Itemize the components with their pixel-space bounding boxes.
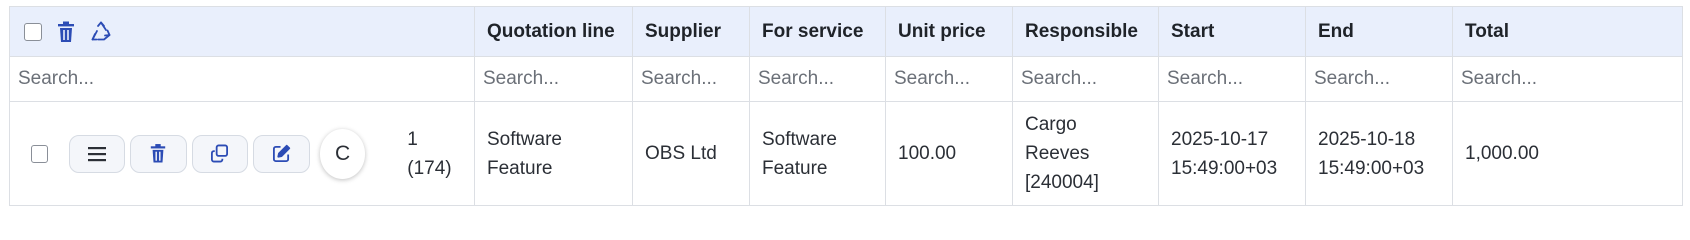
column-header-responsible[interactable]: Responsible [1012,6,1159,57]
row-id: 1 (174) [407,128,452,179]
column-header-total[interactable]: Total [1452,6,1683,57]
search-input-end[interactable] [1306,57,1452,101]
search-input-start[interactable] [1159,57,1305,101]
column-header-quotation-line[interactable]: Quotation line [474,6,633,57]
search-input-responsible[interactable] [1013,57,1158,101]
column-header-unit-price[interactable]: Unit price [885,6,1013,57]
menu-button[interactable] [68,134,126,173]
avatar[interactable]: C [319,128,366,179]
search-input-for-service[interactable] [750,57,885,101]
copy-icon [211,144,229,163]
table-row[interactable]: C 1 (174) Software Feature OBS Ltd Softw… [9,101,1683,206]
cell-for-service: Software Feature [749,101,886,206]
cell-end: 2025-10-18 15:49:00+03 [1305,101,1453,206]
cell-unit-price: 100.00 [885,101,1013,206]
cell-responsible: Cargo Reeves [240004] [1012,101,1159,206]
edit-row-button[interactable] [253,134,310,173]
toolbar-cell [9,6,475,57]
copy-row-button[interactable] [191,134,249,173]
column-header-supplier[interactable]: Supplier [632,6,750,57]
search-row [9,56,1683,102]
select-all-checkbox[interactable] [24,22,42,41]
menu-icon [87,146,106,161]
quotation-lines-grid: Quotation line Supplier For service Unit… [9,6,1683,206]
search-input-global[interactable] [10,57,474,101]
column-header-end[interactable]: End [1305,6,1453,57]
search-input-quotation-line[interactable] [475,57,632,101]
cell-start: 2025-10-17 15:49:00+03 [1158,101,1306,206]
column-header-for-service[interactable]: For service [749,6,886,57]
search-input-supplier[interactable] [633,57,749,101]
search-input-total[interactable] [1453,57,1682,101]
trash-icon[interactable] [56,21,76,43]
cell-total: 1,000.00 [1452,101,1683,206]
trash-icon [151,144,166,163]
row-actions-cell: C 1 (174) [9,101,475,206]
search-input-unit-price[interactable] [886,57,1012,101]
edit-icon [273,144,291,163]
delete-row-button[interactable] [130,134,187,173]
data-table: Quotation line Supplier For service Unit… [9,6,1683,206]
recycle-icon[interactable] [90,21,112,43]
column-header-start[interactable]: Start [1158,6,1306,57]
row-checkbox[interactable] [31,144,48,163]
cell-quotation-line: Software Feature [474,101,633,206]
header-row: Quotation line Supplier For service Unit… [9,6,1683,57]
cell-supplier: OBS Ltd [632,101,750,206]
